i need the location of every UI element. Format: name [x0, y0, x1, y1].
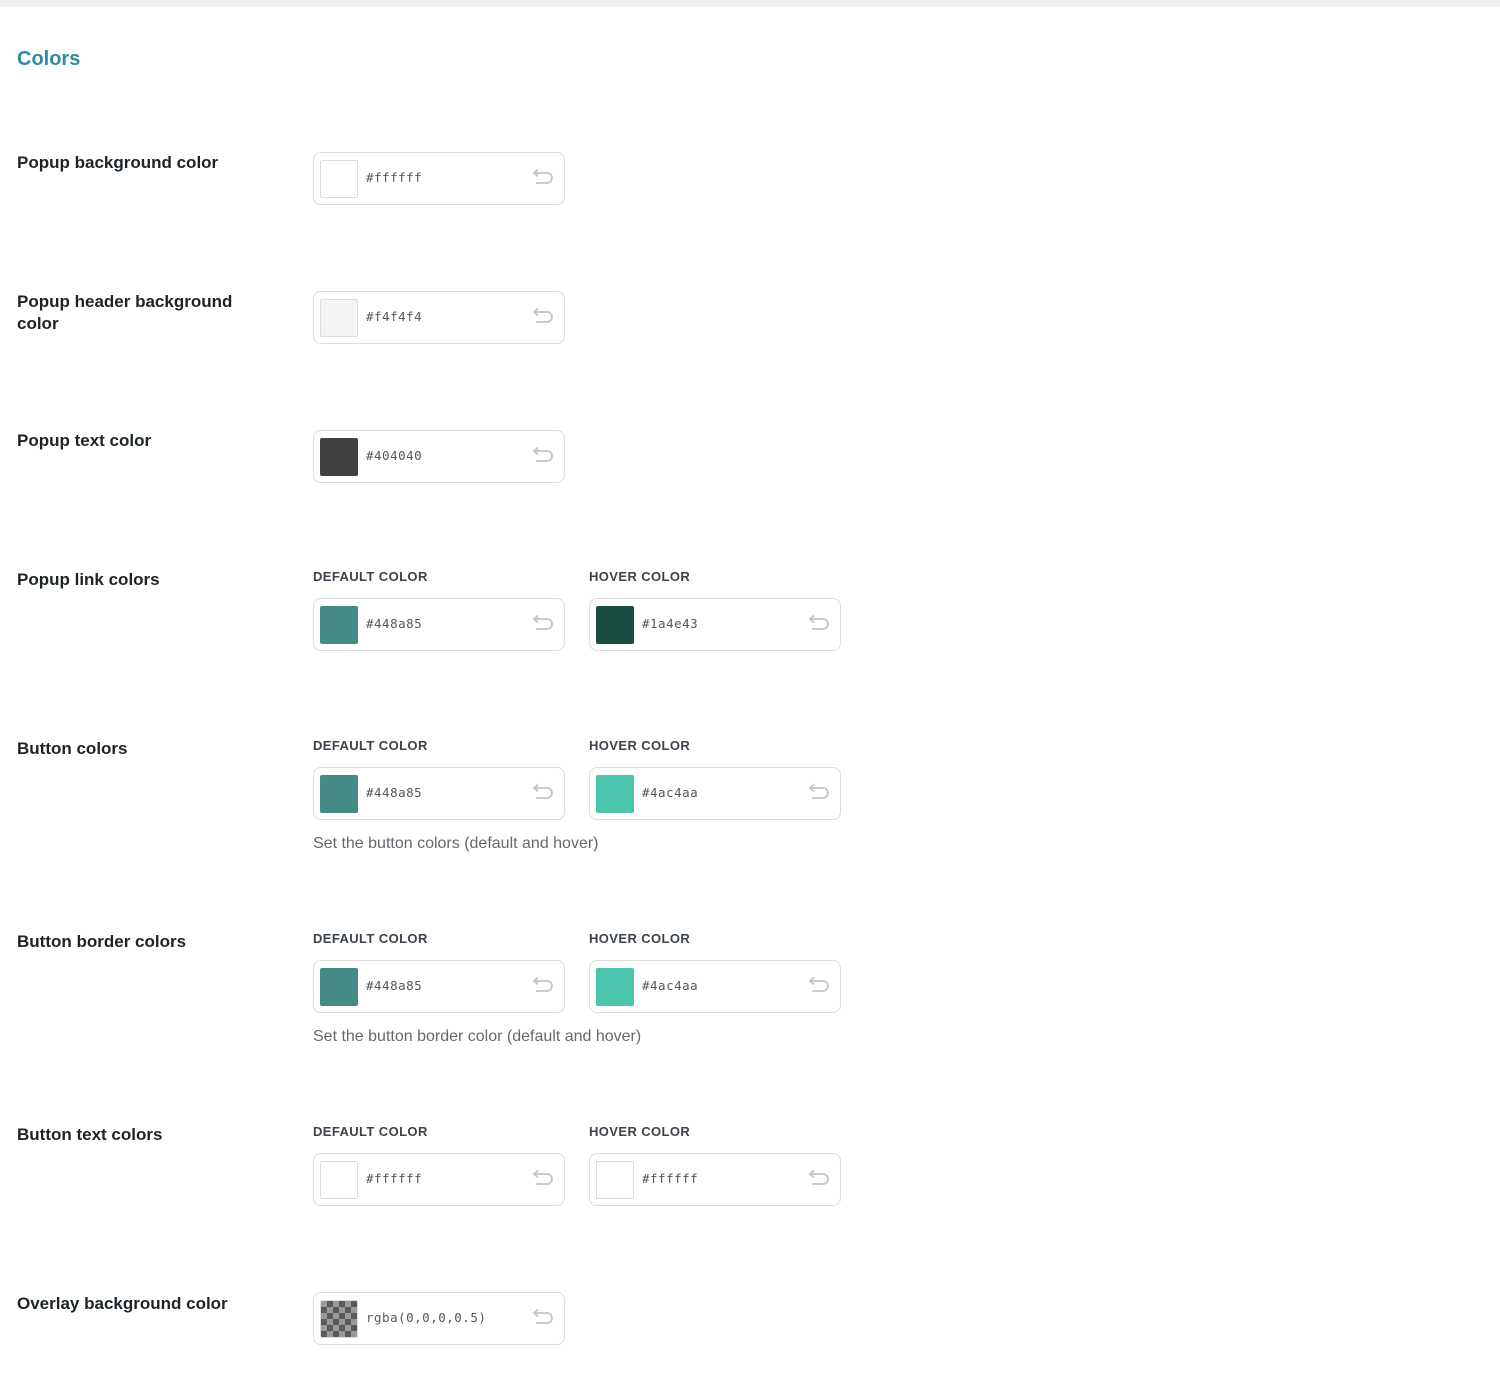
color-swatch[interactable] [320, 1300, 358, 1338]
setting-label: Popup link colors [17, 570, 160, 589]
setting-label: Button text colors [17, 1125, 163, 1144]
color-value[interactable]: #f4f4f4 [366, 309, 422, 324]
setting-label: Popup text color [17, 431, 152, 450]
color-picker[interactable]: #448a85 [313, 767, 565, 820]
color-picker[interactable]: #ffffff [313, 152, 565, 205]
top-divider [0, 0, 1500, 6]
default-color-label: DEFAULT COLOR [313, 1124, 428, 1139]
color-value[interactable]: #ffffff [366, 1171, 422, 1186]
color-swatch[interactable] [320, 968, 358, 1006]
undo-icon[interactable] [806, 783, 830, 805]
color-picker[interactable]: #448a85 [313, 960, 565, 1013]
undo-icon[interactable] [530, 783, 554, 805]
color-value[interactable]: #4ac4aa [642, 785, 698, 800]
undo-icon[interactable] [530, 1308, 554, 1330]
undo-icon[interactable] [530, 307, 554, 329]
setting-label: Popup background color [17, 153, 219, 172]
color-swatch[interactable] [596, 1161, 634, 1199]
color-swatch[interactable] [320, 775, 358, 813]
color-value[interactable]: #448a85 [366, 785, 422, 800]
color-swatch[interactable] [320, 1161, 358, 1199]
color-picker[interactable]: #448a85 [313, 598, 565, 651]
hover-color-label: HOVER COLOR [589, 738, 691, 753]
hover-color-label: HOVER COLOR [589, 569, 691, 584]
color-value[interactable]: #ffffff [366, 170, 422, 185]
color-value[interactable]: #404040 [366, 448, 422, 463]
color-swatch[interactable] [596, 775, 634, 813]
undo-icon[interactable] [530, 976, 554, 998]
color-swatch[interactable] [320, 160, 358, 198]
color-picker[interactable]: rgba(0,0,0,0.5) [313, 1292, 565, 1345]
undo-icon[interactable] [530, 1169, 554, 1191]
default-color-label: DEFAULT COLOR [313, 738, 428, 753]
color-picker[interactable]: #ffffff [589, 1153, 841, 1206]
color-picker[interactable]: #f4f4f4 [313, 291, 565, 344]
color-picker[interactable]: #404040 [313, 430, 565, 483]
undo-icon[interactable] [806, 1169, 830, 1191]
color-swatch[interactable] [320, 299, 358, 337]
help-text: Set the button border color (default and… [313, 1028, 642, 1045]
setting-label: Button colors [17, 739, 128, 758]
color-value[interactable]: #4ac4aa [642, 978, 698, 993]
color-swatch[interactable] [596, 968, 634, 1006]
color-swatch[interactable] [596, 606, 634, 644]
default-color-label: DEFAULT COLOR [313, 931, 428, 946]
setting-label: Popup header background color [17, 292, 233, 333]
default-color-label: DEFAULT COLOR [313, 569, 428, 584]
hover-color-label: HOVER COLOR [589, 931, 691, 946]
help-text: Set the button colors (default and hover… [313, 835, 599, 852]
color-swatch[interactable] [320, 438, 358, 476]
hover-color-label: HOVER COLOR [589, 1124, 691, 1139]
color-picker[interactable]: #ffffff [313, 1153, 565, 1206]
color-value[interactable]: #448a85 [366, 978, 422, 993]
color-value[interactable]: #1a4e43 [642, 616, 698, 631]
section-title: Colors [17, 48, 81, 70]
color-picker[interactable]: #1a4e43 [589, 598, 841, 651]
undo-icon[interactable] [530, 446, 554, 468]
undo-icon[interactable] [806, 614, 830, 636]
setting-label: Overlay background color [17, 1294, 228, 1313]
color-value[interactable]: rgba(0,0,0,0.5) [366, 1310, 486, 1325]
undo-icon[interactable] [806, 976, 830, 998]
undo-icon[interactable] [530, 168, 554, 190]
color-value[interactable]: #448a85 [366, 616, 422, 631]
color-picker[interactable]: #4ac4aa [589, 960, 841, 1013]
setting-label: Button border colors [17, 932, 187, 951]
color-value[interactable]: #ffffff [642, 1171, 698, 1186]
color-swatch[interactable] [320, 606, 358, 644]
undo-icon[interactable] [530, 614, 554, 636]
color-picker[interactable]: #4ac4aa [589, 767, 841, 820]
